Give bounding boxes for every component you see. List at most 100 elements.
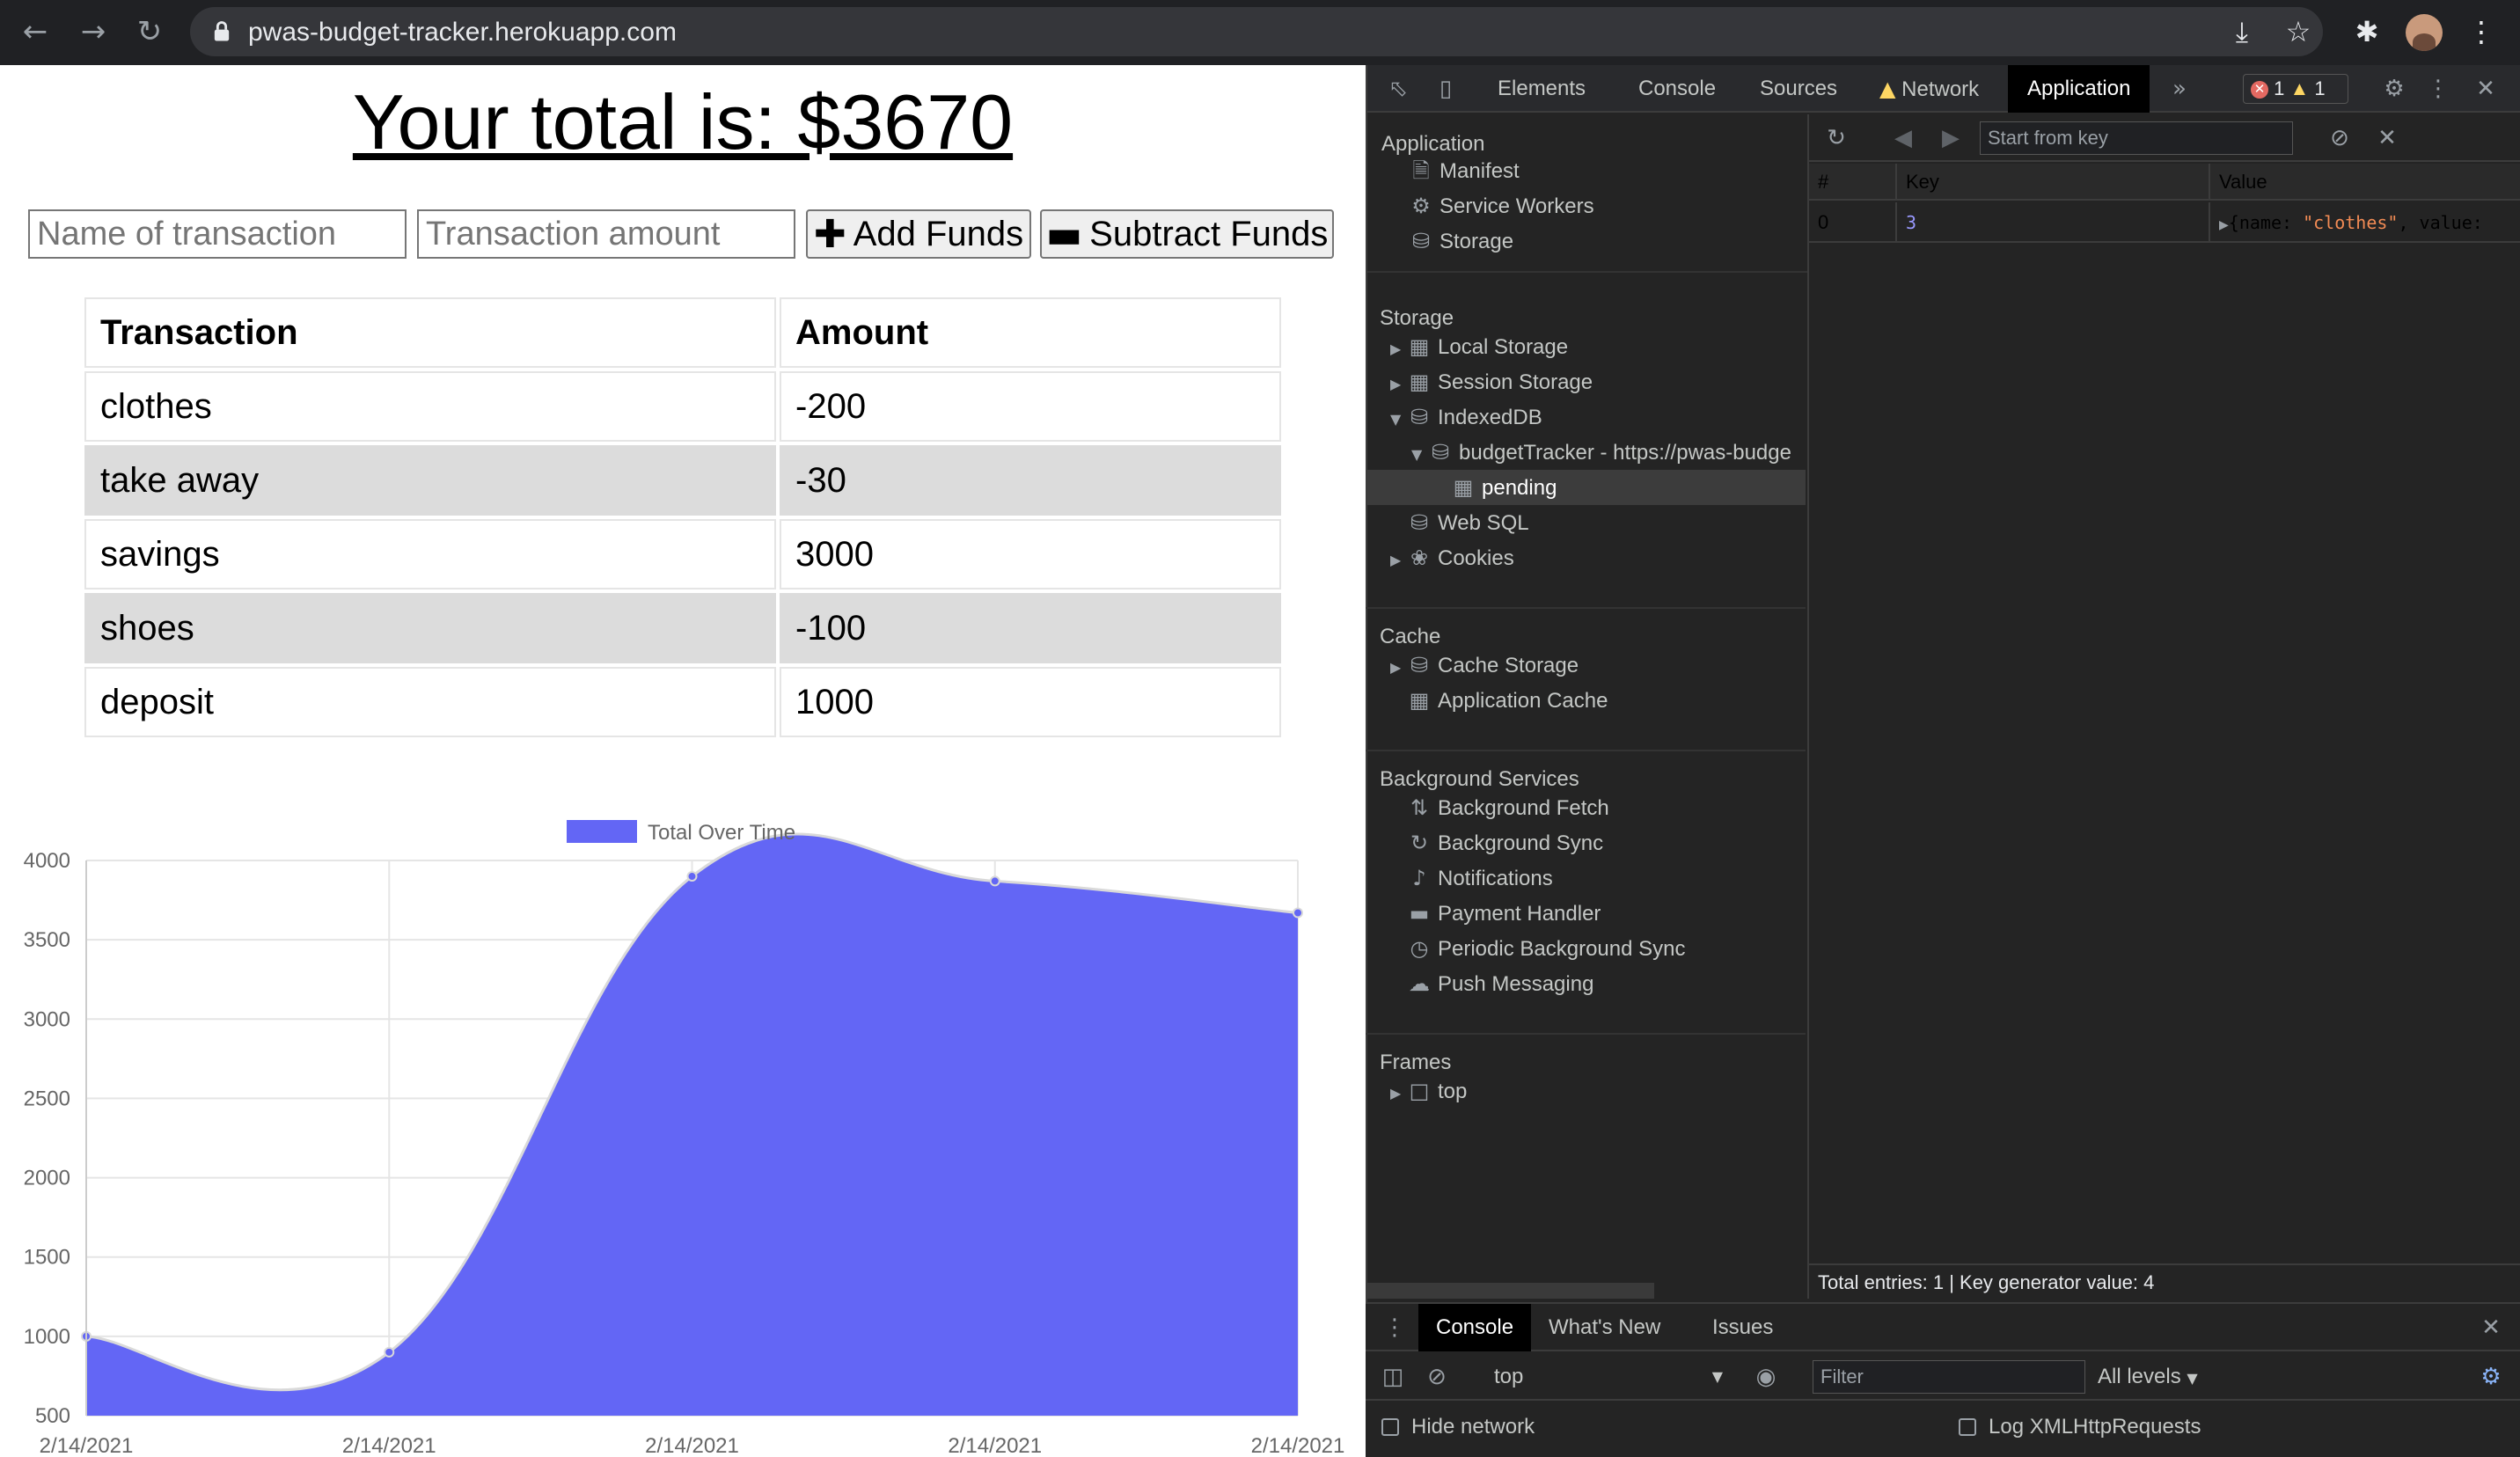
sidebar-item-cache-storage[interactable]: ▶ ⛁ Cache Storage bbox=[1390, 648, 1579, 683]
x-tick-label: 2/14/2021 bbox=[40, 1434, 134, 1457]
drawer-tabbar: ⋮ Console What's New Issues ✕ bbox=[1366, 1304, 2520, 1351]
sidebar-item-label: Cookies bbox=[1438, 546, 1514, 570]
legend-swatch bbox=[567, 820, 637, 843]
sidebar-item-background-sync[interactable]: ↻ Background Sync bbox=[1406, 825, 1603, 860]
sidebar-item-background-fetch[interactable]: ⇅ Background Fetch bbox=[1406, 790, 1609, 825]
log-xhr-checkbox[interactable] bbox=[1959, 1418, 1976, 1436]
back-icon[interactable]: ← bbox=[16, 12, 55, 51]
inspect-icon[interactable]: ⬁ bbox=[1383, 74, 1413, 104]
next-page-icon[interactable]: ▶ bbox=[1936, 123, 1966, 153]
sidebar-item-frame-top[interactable]: ▶ □ top bbox=[1390, 1073, 1467, 1109]
transaction-amount-input[interactable] bbox=[417, 209, 795, 259]
tab-elements[interactable]: Elements bbox=[1478, 65, 1605, 113]
extensions-icon[interactable]: ✱ bbox=[2349, 14, 2384, 49]
sidebar-item-label: Session Storage bbox=[1438, 370, 1593, 394]
install-icon[interactable]: ⤓ bbox=[2224, 14, 2260, 49]
console-filter-input[interactable] bbox=[1813, 1360, 2085, 1394]
table-row[interactable]: 0 3 ▶{name: "clothes", value: bbox=[1809, 202, 2520, 243]
value-string: "clothes" bbox=[2303, 212, 2399, 233]
context-selector[interactable]: top ▼ bbox=[1494, 1360, 1732, 1394]
kebab-menu-icon[interactable]: ⋮ bbox=[2423, 74, 2453, 104]
avatar[interactable] bbox=[2406, 14, 2443, 51]
add-funds-button[interactable]: ✚ Add Funds bbox=[806, 209, 1031, 259]
warning-count: 1 bbox=[2314, 77, 2326, 99]
sidebar-item-web-sql[interactable]: ⛁ Web SQL bbox=[1406, 505, 1529, 540]
settings-icon[interactable]: ⚙ bbox=[2379, 74, 2409, 104]
issues-badge[interactable]: ✕ 1 ▲ 1 bbox=[2243, 74, 2348, 104]
cookie-icon: ❀ bbox=[1410, 545, 1429, 570]
forward-icon[interactable]: → bbox=[74, 12, 113, 51]
up-down-arrows-icon: ⇅ bbox=[1410, 795, 1429, 820]
subtract-funds-button[interactable]: ▬ Subtract Funds bbox=[1040, 209, 1334, 259]
indexeddb-data-view: ↻ ◀ ▶ ⊘ ✕ # Key Value 0 3 ▶{name: "cloth… bbox=[1809, 114, 2520, 1299]
transaction-name: shoes bbox=[84, 593, 776, 663]
sidebar-item-notifications[interactable]: ♪ Notifications bbox=[1406, 860, 1552, 896]
eye-icon[interactable]: ◉ bbox=[1751, 1362, 1781, 1392]
sidebar-item-payment-handler[interactable]: ▬ Payment Handler bbox=[1406, 896, 1601, 931]
sidebar-item-push-messaging[interactable]: ☁ Push Messaging bbox=[1406, 966, 1593, 1001]
refresh-icon[interactable]: ↻ bbox=[1821, 123, 1851, 153]
sidebar-item-label: Periodic Background Sync bbox=[1438, 937, 1686, 961]
transaction-name: savings bbox=[84, 519, 776, 589]
sidebar-item-periodic-background-sync[interactable]: ◷ Periodic Background Sync bbox=[1406, 931, 1686, 966]
hide-network-checkbox[interactable] bbox=[1381, 1418, 1399, 1436]
log-levels-dropdown[interactable]: All levels ▼ bbox=[2098, 1360, 2198, 1394]
prev-page-icon[interactable]: ◀ bbox=[1888, 123, 1918, 153]
lock-icon bbox=[214, 21, 230, 41]
console-settings-icon[interactable]: ⚙ bbox=[2476, 1362, 2506, 1392]
tab-console[interactable]: Console bbox=[1619, 65, 1735, 113]
drawer-tab-issues[interactable]: Issues bbox=[1695, 1304, 1791, 1351]
drawer-menu-icon[interactable]: ⋮ bbox=[1380, 1313, 1410, 1343]
area-fill bbox=[86, 833, 1298, 1416]
sidebar-item-pending-store[interactable]: ▦ pending bbox=[1366, 470, 1806, 505]
tab-network-label: Network bbox=[1901, 77, 1980, 101]
y-tick-label: 1500 bbox=[24, 1246, 70, 1270]
address-bar[interactable]: pwas-budget-tracker.herokuapp.com bbox=[190, 7, 2323, 56]
y-tick-label: 4000 bbox=[24, 849, 70, 873]
sidebar-toggle-icon[interactable]: ◫ bbox=[1378, 1362, 1408, 1392]
start-from-key-input[interactable] bbox=[1980, 121, 2293, 155]
log-levels-label: All levels bbox=[2098, 1365, 2181, 1388]
clear-store-icon[interactable]: ⊘ bbox=[2325, 123, 2355, 153]
section-cache: Cache bbox=[1380, 625, 1441, 648]
horizontal-scrollbar[interactable] bbox=[1367, 1283, 1654, 1299]
delete-selected-icon[interactable]: ✕ bbox=[2372, 123, 2402, 153]
close-icon[interactable]: ✕ bbox=[2471, 74, 2501, 104]
tab-network[interactable]: ▲ Network bbox=[1860, 65, 1998, 113]
transaction-amount: -30 bbox=[780, 445, 1281, 516]
tab-sources[interactable]: Sources bbox=[1740, 65, 1857, 113]
warning-icon: ▲ bbox=[2289, 77, 2310, 99]
close-drawer-icon[interactable]: ✕ bbox=[2476, 1313, 2506, 1343]
sidebar-item-local-storage[interactable]: ▶ ▦ Local Storage bbox=[1390, 329, 1568, 364]
drawer-tab-whats-new[interactable]: What's New bbox=[1531, 1304, 1678, 1351]
sidebar-item-session-storage[interactable]: ▶ ▦ Session Storage bbox=[1390, 364, 1593, 399]
divider bbox=[1366, 750, 1806, 751]
subtract-funds-label: Subtract Funds bbox=[1089, 214, 1329, 253]
sidebar-item-application-cache[interactable]: ▦ Application Cache bbox=[1406, 683, 1608, 718]
table-row: savings 3000 bbox=[84, 519, 1281, 589]
transaction-name-input[interactable] bbox=[28, 209, 407, 259]
star-icon[interactable]: ☆ bbox=[2281, 14, 2316, 49]
expand-icon: ▶ bbox=[1390, 659, 1402, 676]
idb-footer: Total entries: 1 | Key generator value: … bbox=[1809, 1263, 2520, 1299]
drawer-tab-console[interactable]: Console bbox=[1418, 1304, 1532, 1351]
tab-application[interactable]: Application bbox=[2008, 65, 2150, 113]
collapse-icon: ▼ bbox=[1411, 446, 1423, 463]
sync-icon: ↻ bbox=[1410, 831, 1429, 855]
transaction-amount: -100 bbox=[780, 593, 1281, 663]
device-toolbar-icon[interactable]: ▯ bbox=[1431, 74, 1461, 104]
reload-icon[interactable]: ↻ bbox=[130, 12, 169, 51]
sidebar-item-indexeddb[interactable]: ▼ ⛁ IndexedDB bbox=[1390, 399, 1542, 435]
section-background-services: Background Services bbox=[1380, 767, 1579, 791]
more-tabs-icon[interactable]: » bbox=[2165, 74, 2194, 104]
add-funds-label: Add Funds bbox=[853, 214, 1024, 253]
menu-icon[interactable]: ⋮ bbox=[2464, 14, 2499, 49]
hide-network-label: Hide network bbox=[1411, 1415, 1535, 1439]
table-header-row: Transaction Amount bbox=[84, 297, 1281, 368]
sidebar-item-cookies[interactable]: ▶ ❀ Cookies bbox=[1390, 540, 1514, 575]
collapse-icon: ▼ bbox=[1390, 411, 1402, 428]
sidebar-item-budget-tracker-db[interactable]: ▼ ⛁ budgetTracker - https://pwas-budge bbox=[1411, 435, 1791, 470]
y-tick-label: 2500 bbox=[24, 1087, 70, 1110]
clear-console-icon[interactable]: ⊘ bbox=[1422, 1362, 1452, 1392]
row-value[interactable]: ▶{name: "clothes", value: bbox=[2210, 202, 2520, 243]
